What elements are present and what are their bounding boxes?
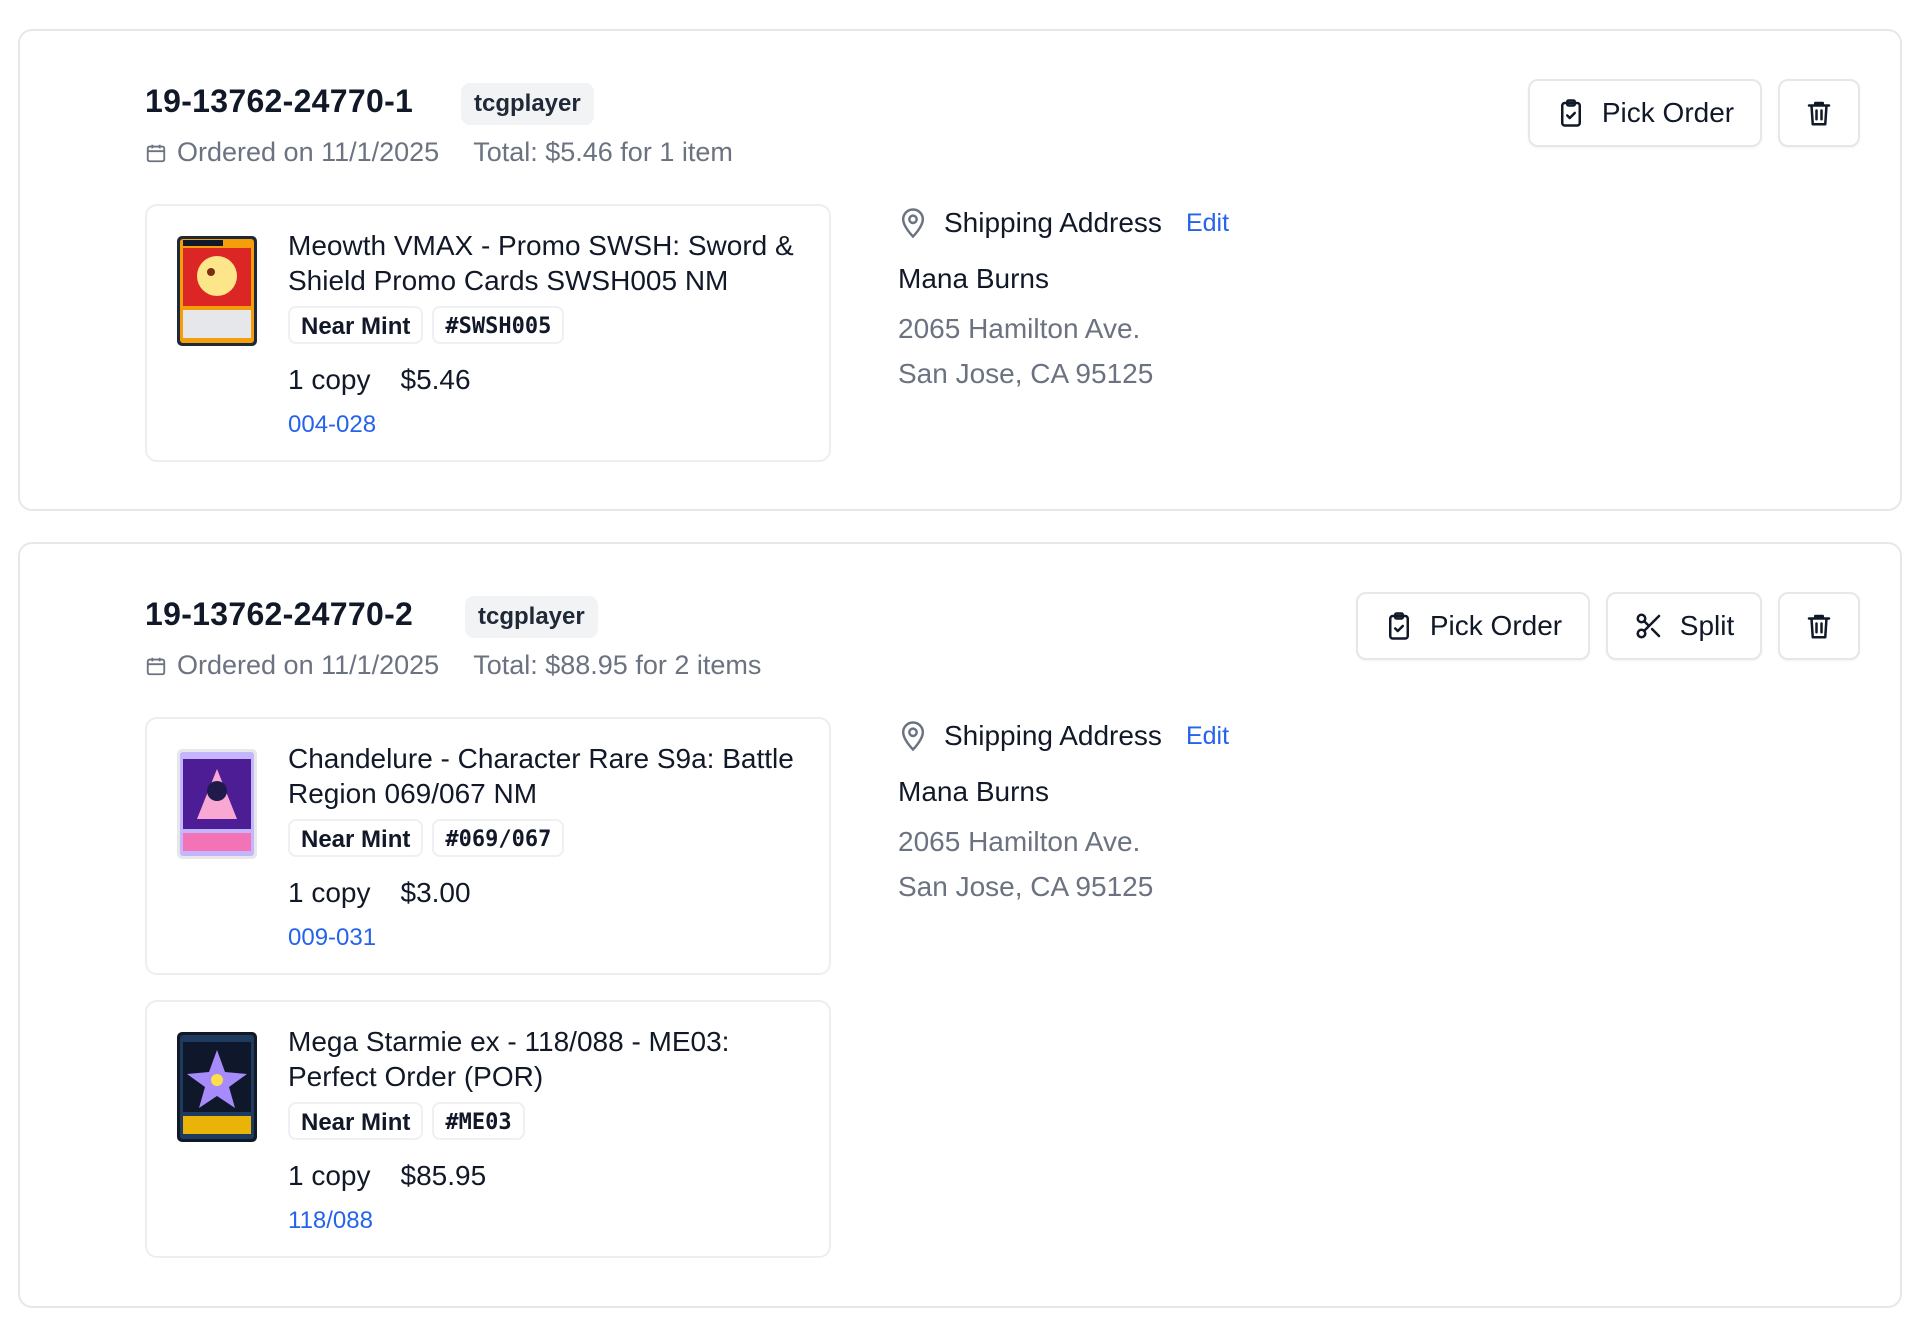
line-item-card: Meowth VMAX - Promo SWSH: Sword & Shield… [145,204,831,462]
quantity-price: 1 copy $3.00 [288,877,471,909]
source-badge: tcgplayer [465,596,598,638]
map-pin-icon [901,208,925,239]
order-total: Total: $5.46 for 1 item [473,137,733,167]
price: $85.95 [400,1160,487,1191]
condition-tag: Near Mint [288,819,424,857]
quantity: 1 copy [288,1160,371,1191]
ordered-date: Ordered on 11/1/2025 [177,137,440,167]
line-item-card: Chandelure - Character Rare S9a: Battle … [145,717,831,975]
order-card: 19-13762-24770-1 tcgplayer Ordered on 11… [18,29,1902,511]
shipping-header: Shipping Address Edit [898,720,1229,752]
pick-order-button[interactable]: Pick Order [1356,592,1590,660]
address-line-2: San Jose, CA 95125 [898,871,1154,902]
pick-order-button[interactable]: Pick Order [1528,79,1762,147]
quantity-price: 1 copy $5.46 [288,364,471,396]
order-meta: Ordered on 11/1/2025 Total: $5.46 for 1 … [145,137,733,168]
edit-address-link[interactable]: Edit [1186,722,1229,751]
shipping-header: Shipping Address Edit [898,207,1229,239]
card-image [177,236,257,346]
address-line-2: San Jose, CA 95125 [898,358,1154,389]
condition-tag: Near Mint [288,306,424,344]
split-button[interactable]: Split [1606,592,1762,660]
trash-icon [1807,101,1831,126]
map-pin-icon [901,721,925,752]
bin-location-link[interactable]: 004-028 [288,411,376,439]
address-line-1: 2065 Hamilton Ave. [898,826,1141,857]
pick-order-label: Pick Order [1601,97,1735,128]
item-title: Mega Starmie ex - 118/088 - ME03: Perfec… [288,1026,730,1092]
item-title: Chandelure - Character Rare S9a: Battle … [288,743,794,809]
clipboard-check-icon [1388,612,1409,640]
card-number-tag: #SWSH005 [432,306,565,344]
delete-button[interactable] [1778,79,1860,147]
condition-tag: Near Mint [288,1102,424,1140]
order-total: Total: $88.95 for 2 items [473,650,762,680]
address-line-1: 2065 Hamilton Ave. [898,313,1141,344]
shipping-heading: Shipping Address [944,720,1162,751]
card-thumbnail[interactable] [177,749,257,859]
scissors-icon [1636,613,1661,639]
order-meta: Ordered on 11/1/2025 Total: $88.95 for 2… [145,650,761,681]
pick-order-label: Pick Order [1429,610,1563,641]
quantity: 1 copy [288,877,371,908]
bin-location-link[interactable]: 009-031 [288,924,376,952]
trash-icon [1807,614,1831,639]
card-image [177,749,257,859]
card-image [177,1032,257,1142]
price: $5.46 [400,364,471,395]
source-badge: tcgplayer [461,83,594,125]
card-number-tag: #ME03 [432,1102,525,1140]
card-thumbnail[interactable] [177,1032,257,1142]
quantity-price: 1 copy $85.95 [288,1160,486,1192]
card-number-tag: #069/067 [432,819,565,857]
quantity: 1 copy [288,364,371,395]
delete-button[interactable] [1778,592,1860,660]
bin-location-link[interactable]: 118/088 [288,1207,373,1235]
price: $3.00 [400,877,471,908]
recipient-name: Mana Burns [898,263,1049,294]
split-label: Split [1679,610,1735,641]
ordered-date: Ordered on 11/1/2025 [177,650,440,680]
order-card: 19-13762-24770-2 tcgplayer Ordered on 11… [18,542,1902,1308]
line-item-card: Mega Starmie ex - 118/088 - ME03: Perfec… [145,1000,831,1258]
card-thumbnail[interactable] [177,236,257,346]
edit-address-link[interactable]: Edit [1186,209,1229,238]
order-id: 19-13762-24770-2 [145,596,414,632]
calendar-icon [146,657,166,675]
item-title: Meowth VMAX - Promo SWSH: Sword & Shield… [288,230,794,296]
recipient-name: Mana Burns [898,776,1049,807]
calendar-icon [146,144,166,162]
shipping-heading: Shipping Address [944,207,1162,238]
clipboard-check-icon [1560,99,1581,127]
order-id: 19-13762-24770-1 [145,83,414,119]
